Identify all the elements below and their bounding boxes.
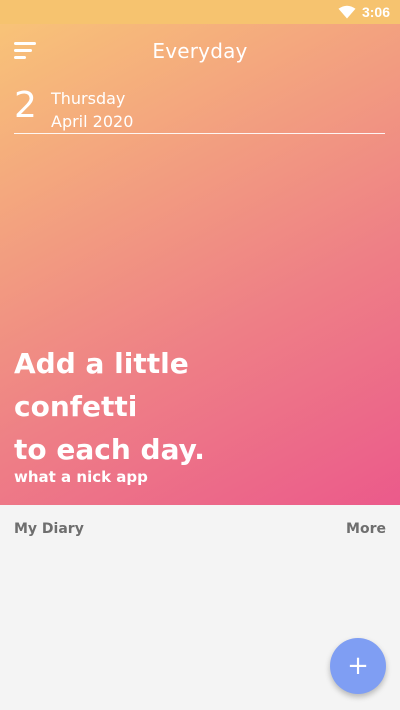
hero-banner: Everyday 2 Thursday April 2020 Add a lit… [0,24,400,505]
date-month-year: April 2020 [51,112,134,131]
wifi-icon [338,5,356,19]
add-entry-button[interactable]: + [330,638,386,694]
plus-icon: + [347,651,369,681]
date-day: 2 [14,85,37,126]
tagline-line: confetti [14,390,138,423]
screen: 3:06 Everyday 2 Thursday April 2020 Add … [0,0,400,710]
tagline: Add a little confetti to each day. [14,342,384,471]
diary-section-title: My Diary [14,521,84,537]
more-link[interactable]: More [346,521,386,537]
tagline-line: to each day. [14,433,205,466]
app-title: Everyday [152,39,248,63]
date-display: 2 Thursday April 2020 [14,86,385,134]
date-weekday: Thursday [51,89,126,108]
tagline-subtitle: what a nick app [14,468,148,486]
status-time: 3:06 [361,4,390,20]
tagline-line: Add a little [14,347,189,380]
status-bar: 3:06 [0,0,400,24]
diary-section-header: My Diary More [0,518,400,540]
